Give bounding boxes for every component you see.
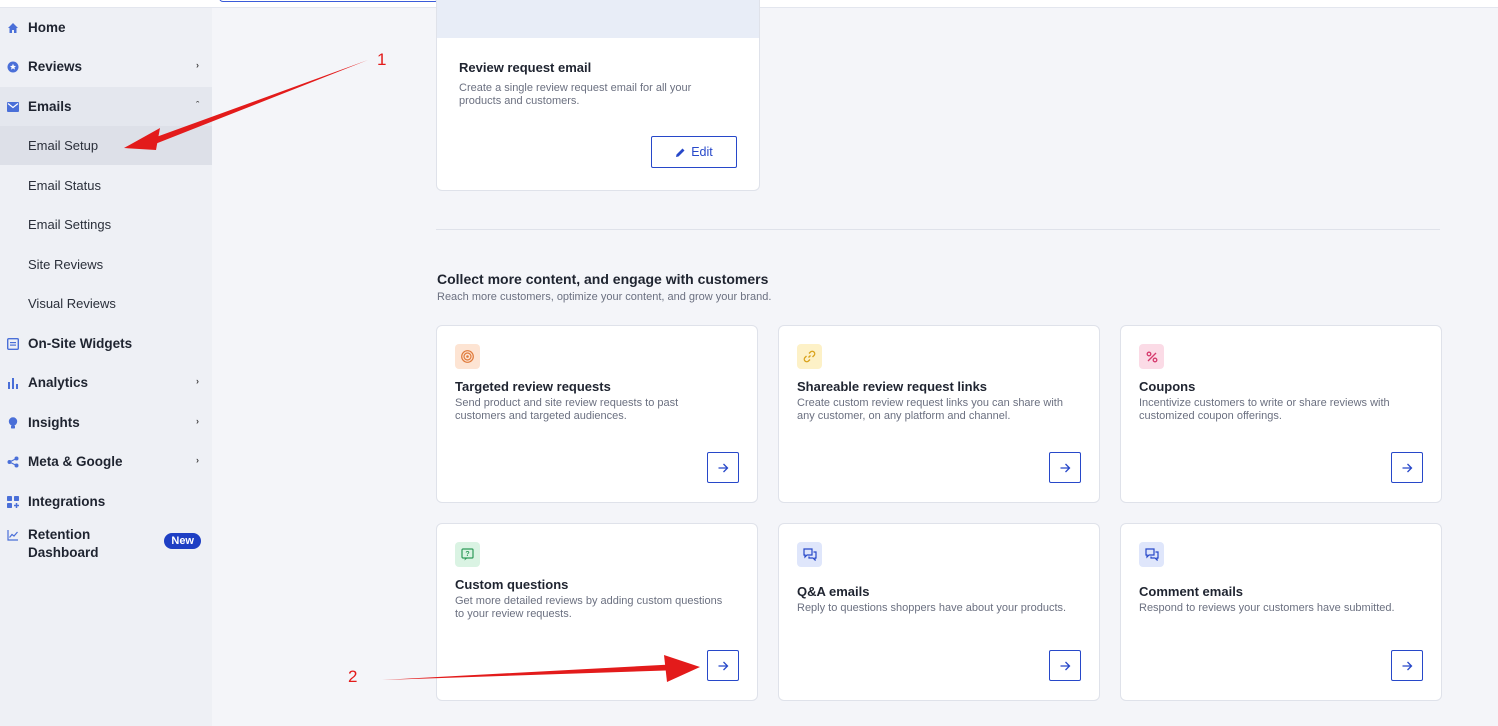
annotation-arrow-1 [148, 60, 368, 146]
annotation-arrow-2 [382, 664, 681, 680]
annotation-label-2: 2 [348, 667, 358, 686]
annotation-arrows [124, 60, 700, 682]
annotation-arrowhead-1 [124, 128, 160, 150]
annotation-label-1: 1 [377, 50, 387, 69]
annotation-arrowhead-2 [664, 655, 700, 682]
